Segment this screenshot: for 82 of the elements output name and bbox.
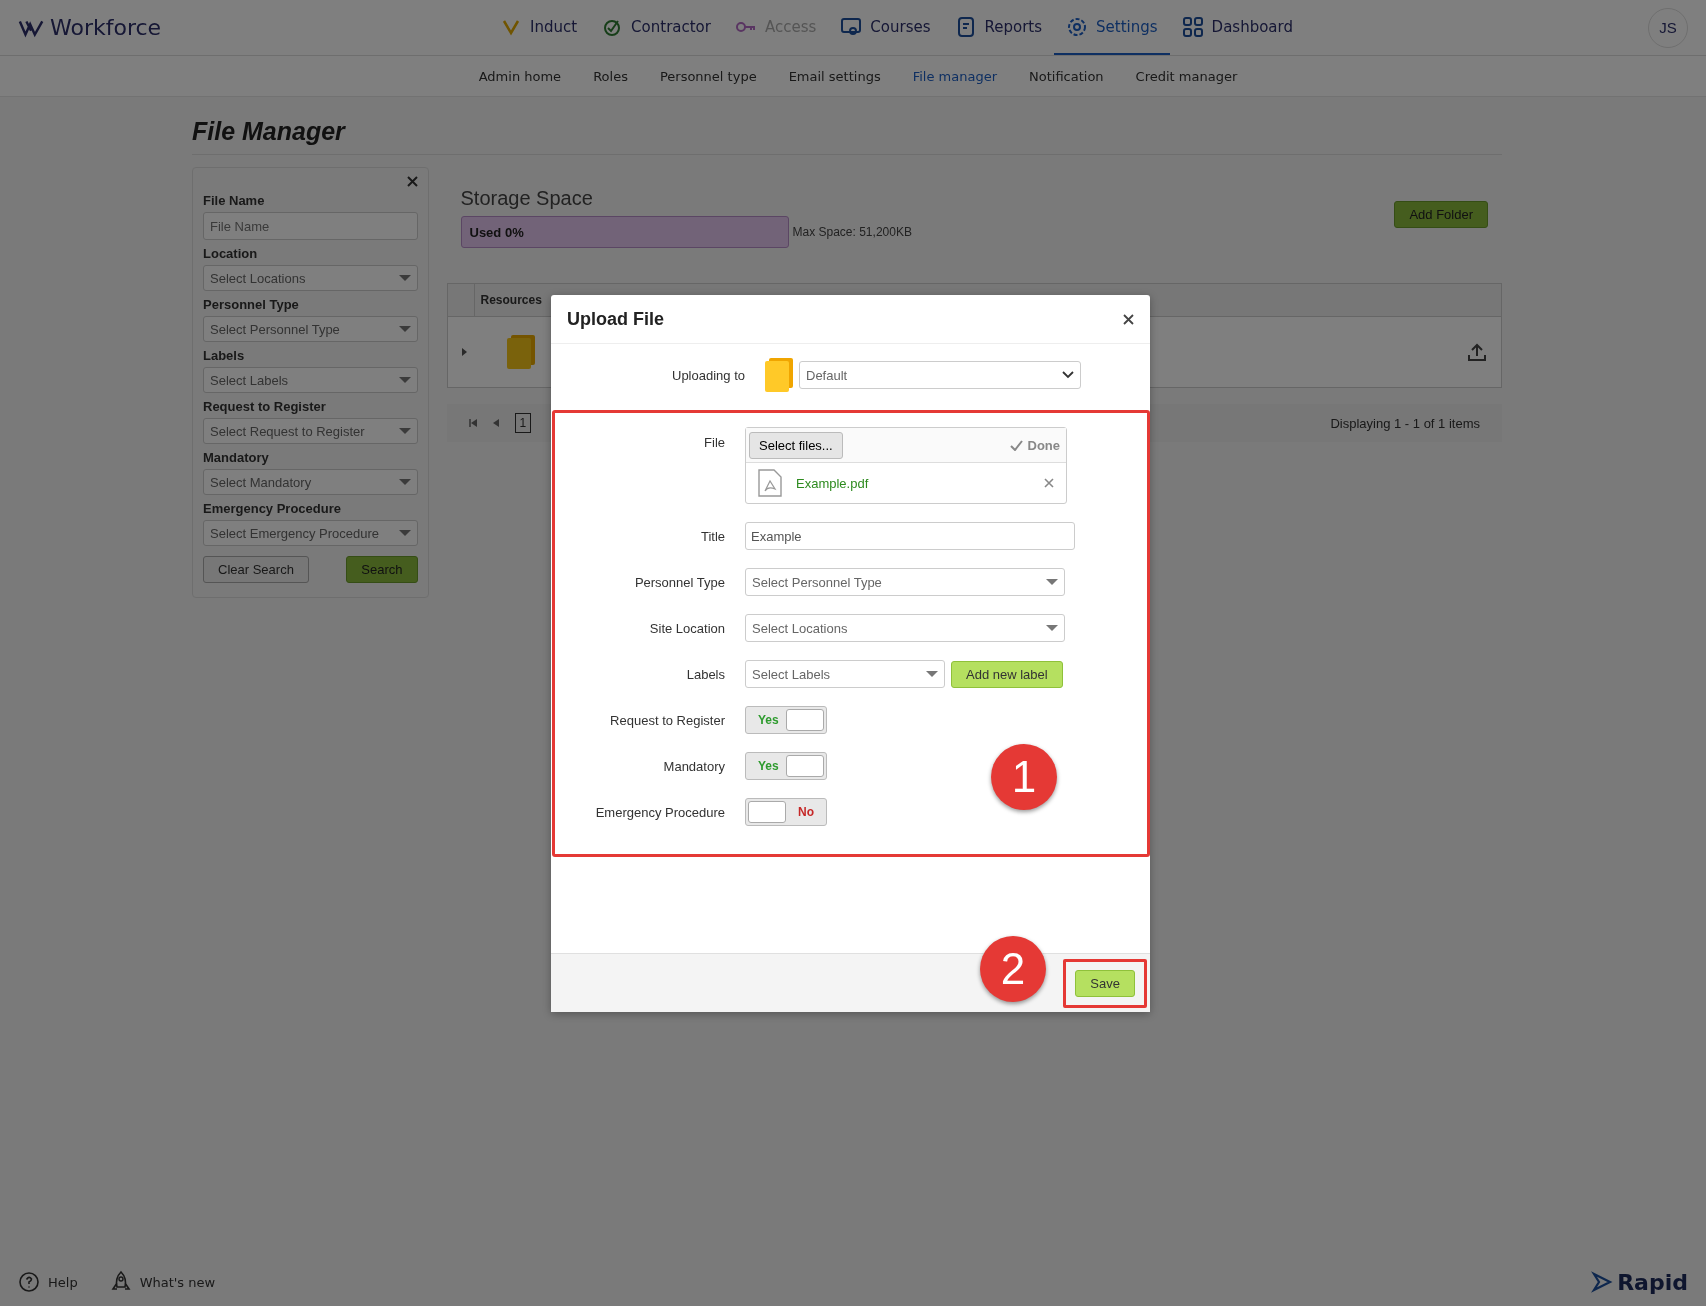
help-link[interactable]: Help (18, 1271, 78, 1293)
logo-text: Workforce (50, 15, 162, 40)
dropdown[interactable]: Select Request to Register (203, 418, 418, 444)
field-label: Mandatory (203, 450, 270, 465)
field-label: Emergency Procedure (594, 804, 725, 820)
whats-new-link[interactable]: What's new (109, 1270, 216, 1294)
sub-nav-link[interactable]: Admin home (478, 68, 562, 84)
labels-dropdown[interactable]: Select Labels (745, 660, 945, 688)
close-icon[interactable] (1123, 313, 1134, 325)
dropdown[interactable]: Select Labels (203, 367, 418, 393)
folder-dropdown[interactable]: Default (799, 361, 1081, 389)
dropdown[interactable]: Select Mandatory (203, 469, 418, 495)
nav-tab[interactable]: Reports (942, 0, 1055, 55)
dialog-title: Upload File (567, 308, 664, 330)
settings-icon (1066, 15, 1089, 38)
search-button[interactable]: Search (346, 556, 418, 583)
field-label: File Name (203, 193, 266, 208)
field-label: Uploading to (671, 367, 745, 383)
file-name-field[interactable]: File Name (203, 212, 418, 240)
add-label-button[interactable]: Add new label (951, 660, 1063, 688)
field-label: Site Location (648, 620, 725, 636)
upload-icon[interactable] (1467, 342, 1487, 362)
first-page-icon[interactable] (468, 419, 477, 427)
field-label: Request to Register (609, 712, 725, 728)
nav-tab[interactable]: Dashboard (1169, 0, 1305, 55)
dropdown[interactable]: Select Emergency Procedure (203, 520, 418, 546)
remove-icon[interactable] (1044, 478, 1054, 488)
previous-page-icon[interactable] (492, 419, 499, 427)
file-name: Example.pdf (796, 475, 869, 491)
column-header: Resources (479, 293, 542, 307)
toggle-switch[interactable]: No (745, 798, 827, 826)
sub-nav-link[interactable]: Email settings (788, 68, 881, 84)
used-label: Used 0% (468, 224, 524, 240)
clear-search-button[interactable]: Clear Search (203, 556, 309, 583)
dropdown[interactable]: Select Locations (203, 265, 418, 291)
field-label: Emergency Procedure (203, 501, 342, 516)
field-label: Request to Register (203, 399, 327, 414)
field-label: Labels (685, 666, 725, 682)
page-title: File Manager (192, 117, 1502, 155)
add-folder-button[interactable]: Add Folder (1394, 201, 1488, 228)
folder-icon (765, 358, 793, 392)
sub-nav-link[interactable]: Credit manager (1135, 68, 1238, 84)
done-status: Done (1027, 437, 1061, 453)
toggle-switch[interactable]: Yes (745, 752, 827, 780)
sub-nav-link[interactable]: File manager (912, 68, 997, 84)
brand-name: Rapid (1617, 1269, 1688, 1295)
dropdown[interactable]: Select Personnel Type (203, 316, 418, 342)
dropdown[interactable]: Select Locations (745, 614, 1065, 642)
sub-nav-link[interactable]: Personnel type (659, 68, 757, 84)
step-badge: 1 (991, 744, 1057, 810)
field-label: File (703, 434, 725, 450)
field-label: Labels (203, 348, 246, 363)
expand-icon[interactable] (461, 348, 467, 356)
step-badge: 2 (980, 936, 1046, 1002)
storage-title: Storage Space (460, 187, 594, 210)
grid-icon (1181, 15, 1204, 38)
select-files-button[interactable]: Select files... (749, 431, 843, 459)
dropdown[interactable]: Select Personnel Type (745, 568, 1065, 596)
folder-icon (506, 335, 535, 369)
field-label: Personnel Type (203, 297, 300, 312)
save-button[interactable]: Save (1075, 969, 1135, 997)
brand-icon (1591, 1271, 1614, 1293)
certificate-icon (840, 15, 863, 38)
sub-nav-link[interactable]: Notification (1029, 68, 1104, 84)
toggle-switch[interactable]: Yes (745, 706, 827, 734)
chevron-down-icon (1062, 371, 1074, 379)
close-icon[interactable] (406, 176, 418, 187)
pdf-file-icon (758, 469, 782, 497)
sub-nav-link[interactable]: Roles (593, 68, 628, 84)
max-space-text: Max Space: 51,200KB (792, 225, 912, 239)
title-field[interactable]: Example (745, 522, 1075, 550)
field-label: Location (203, 246, 259, 261)
pager-status: Displaying 1 - 1 of 1 items (1330, 415, 1480, 431)
check-icon (1009, 439, 1023, 451)
help-icon (18, 1271, 40, 1293)
nav-tab[interactable]: Courses (828, 0, 943, 55)
page-number[interactable]: 1 (514, 413, 532, 433)
field-label: Title (699, 528, 725, 544)
field-label: Personnel Type (633, 574, 725, 590)
field-label: Mandatory (662, 758, 725, 774)
nav-tab[interactable]: Induct (488, 0, 590, 55)
nav-tab[interactable]: Contractor (589, 0, 723, 55)
